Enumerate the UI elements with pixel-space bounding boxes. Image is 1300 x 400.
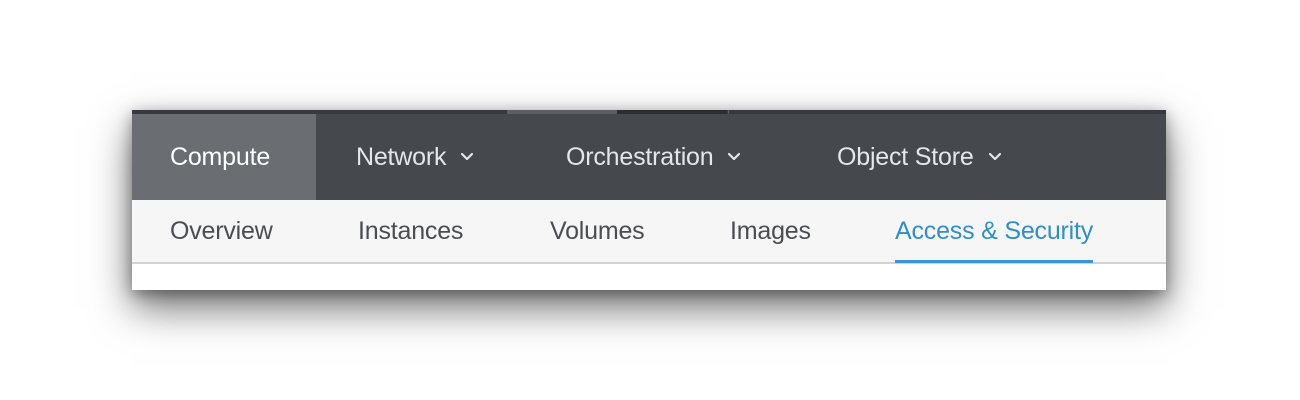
primary-tab-network[interactable]: Network xyxy=(316,114,526,200)
primary-tab-label: Orchestration xyxy=(566,142,714,171)
primary-tab-object-store[interactable]: Object Store xyxy=(797,114,1057,200)
tab-access-security[interactable]: Access & Security xyxy=(895,200,1093,263)
primary-tab-compute[interactable]: Compute xyxy=(132,114,316,200)
tab-images[interactable]: Images xyxy=(730,200,811,262)
tab-instances[interactable]: Instances xyxy=(358,200,463,262)
primary-tab-label: Compute xyxy=(170,142,271,171)
primary-tab-label: Network xyxy=(356,142,447,171)
chevron-down-icon xyxy=(988,152,1002,162)
tab-volumes[interactable]: Volumes xyxy=(550,200,645,262)
secondary-nav: Overview Instances Volumes Images Access… xyxy=(132,200,1166,264)
tab-overview[interactable]: Overview xyxy=(170,200,273,262)
content-area xyxy=(132,264,1166,290)
primary-nav: Compute Network Orchestration Object Sto… xyxy=(132,114,1166,200)
primary-tab-label: Object Store xyxy=(837,142,974,171)
chevron-down-icon xyxy=(727,152,741,162)
chevron-down-icon xyxy=(460,152,474,162)
primary-tab-orchestration[interactable]: Orchestration xyxy=(526,114,797,200)
dashboard-window: Compute Network Orchestration Object Sto… xyxy=(132,110,1166,290)
